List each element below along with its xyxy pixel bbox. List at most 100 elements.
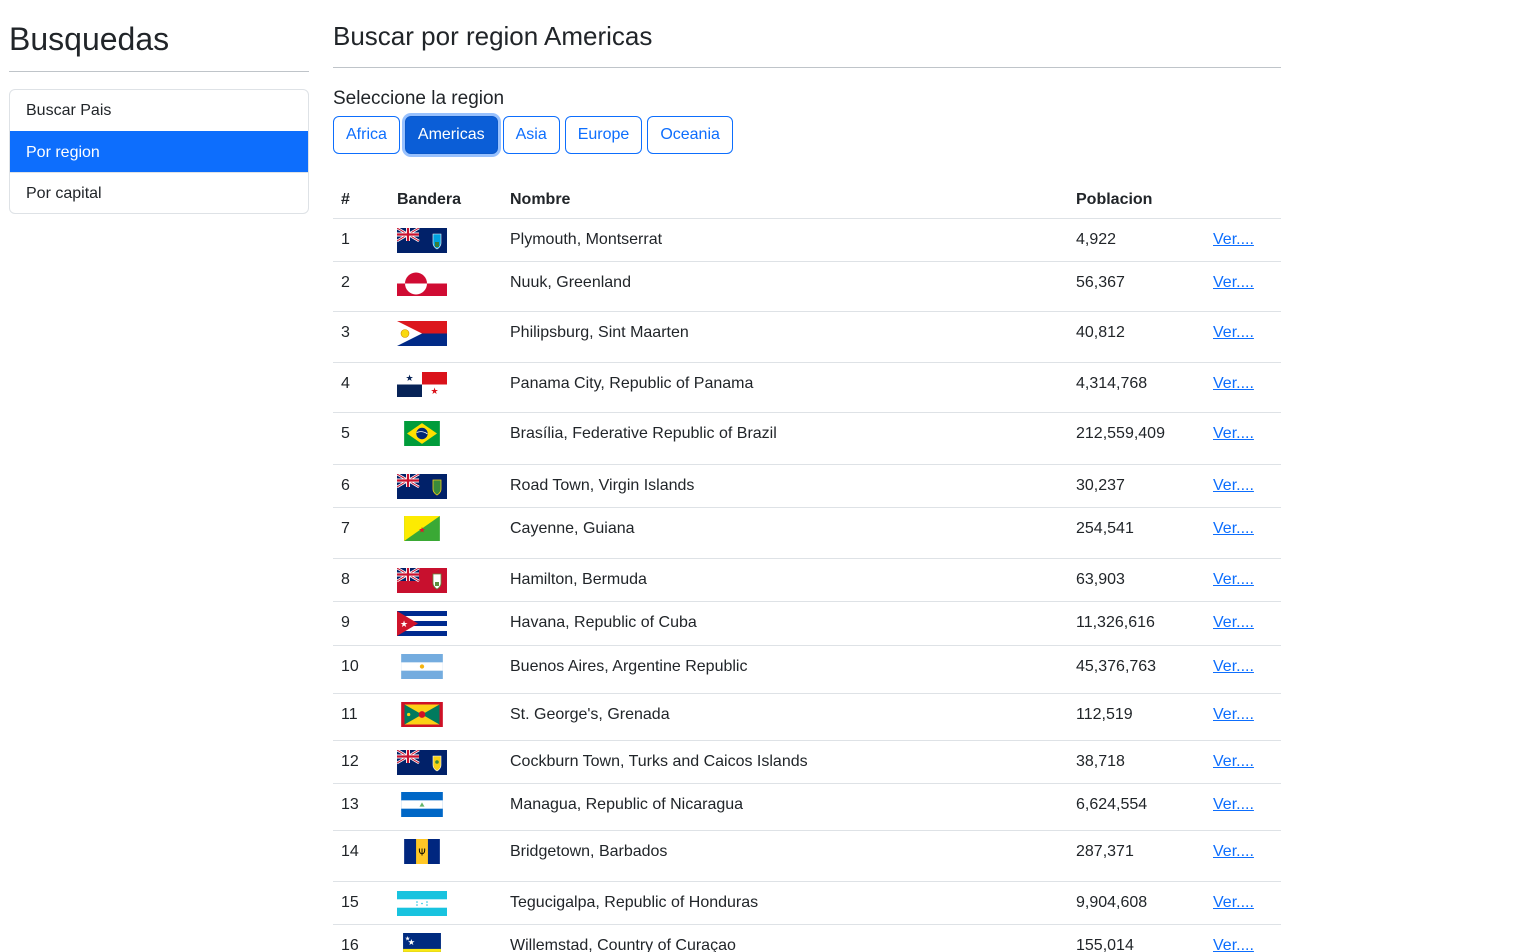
table-row: 6 Road Town, Virgin Islands 30,237 Ver.... (333, 464, 1281, 508)
view-details-link[interactable]: Ver.... (1213, 520, 1254, 537)
actions-cell: Ver.... (1213, 412, 1281, 465)
actions-cell: Ver.... (1213, 601, 1281, 646)
row-number: 12 (333, 740, 389, 784)
table-row: 12 Cockburn Town, Turks and Caicos Island… (333, 740, 1281, 784)
row-number: 1 (333, 218, 389, 262)
svg-text:★: ★ (405, 373, 413, 383)
population: 287,371 (1068, 830, 1213, 882)
population: 30,237 (1068, 464, 1213, 508)
svg-text:★: ★ (400, 619, 408, 629)
table-row: 15 Tegucigalpa, Republic of Honduras 9,904… (333, 881, 1281, 925)
flag-cell (389, 740, 502, 784)
region-button-africa[interactable]: Africa (333, 116, 400, 154)
view-details-link[interactable]: Ver.... (1213, 894, 1254, 911)
country-name: Road Town, Virgin Islands (502, 464, 1068, 508)
population: 45,376,763 (1068, 645, 1213, 694)
header-flag: Bandera (389, 182, 502, 219)
row-number: 5 (333, 412, 389, 465)
view-details-link[interactable]: Ver.... (1213, 843, 1254, 860)
region-button-europe[interactable]: Europe (564, 116, 643, 154)
population: 254,541 (1068, 507, 1213, 559)
header-actions (1213, 182, 1281, 219)
table-row: 5 Brasília, Federative Republic of Brazil… (333, 412, 1281, 465)
view-details-link[interactable]: Ver.... (1213, 571, 1254, 588)
table-row: 8 Hamilton, Bermuda 63,903 Ver.... (333, 558, 1281, 602)
actions-cell: Ver.... (1213, 830, 1281, 882)
greenland-flag (397, 270, 447, 296)
row-number: 2 (333, 261, 389, 312)
view-details-link[interactable]: Ver.... (1213, 477, 1254, 494)
view-details-link[interactable]: Ver.... (1213, 425, 1254, 442)
table-row: 14 Ψ Bridgetown, Barbados 287,371 Ver.... (333, 830, 1281, 882)
header-name: Nombre (502, 182, 1068, 219)
country-name: Hamilton, Bermuda (502, 558, 1068, 602)
table-row: 1 Plymouth, Montserrat 4,922 Ver.... (333, 218, 1281, 262)
region-buttons: Africa Americas Asia Europe Oceania (333, 116, 1281, 154)
country-name: Tegucigalpa, Republic of Honduras (502, 881, 1068, 925)
row-number: 4 (333, 362, 389, 413)
country-name: Cayenne, Guiana (502, 507, 1068, 559)
flag-cell (389, 412, 502, 465)
actions-cell: Ver.... (1213, 645, 1281, 694)
row-number: 11 (333, 693, 389, 741)
row-number: 16 (333, 924, 389, 952)
menu-item-por-region[interactable]: Por region (10, 131, 308, 172)
actions-cell: Ver.... (1213, 261, 1281, 312)
country-name: Buenos Aires, Argentine Republic (502, 645, 1068, 694)
flag-cell: ★ ★ (389, 924, 502, 952)
population: 63,903 (1068, 558, 1213, 602)
view-details-link[interactable]: Ver.... (1213, 614, 1254, 631)
view-details-link[interactable]: Ver.... (1213, 706, 1254, 723)
actions-cell: Ver.... (1213, 783, 1281, 831)
menu-item-por-capital[interactable]: Por capital (10, 172, 308, 213)
sidebar: Busquedas Buscar Pais Por region Por cap… (9, 0, 309, 214)
menu-item-buscar-pais[interactable]: Buscar Pais (10, 90, 308, 131)
actions-cell: Ver.... (1213, 218, 1281, 262)
actions-cell: Ver.... (1213, 740, 1281, 784)
page-title: Buscar por region Americas (333, 0, 1281, 68)
virgin-islands-flag (397, 473, 447, 499)
table-row: 9 ★ Havana, Republic of Cuba 11,326,616 Ver.… (333, 601, 1281, 646)
flag-cell: ★ (389, 601, 502, 646)
view-details-link[interactable]: Ver.... (1213, 274, 1254, 291)
view-details-link[interactable]: Ver.... (1213, 324, 1254, 341)
country-name: St. George's, Grenada (502, 693, 1068, 741)
curacao-flag: ★★ (403, 932, 441, 952)
montserrat-flag (397, 227, 447, 253)
view-details-link[interactable]: Ver.... (1213, 753, 1254, 770)
row-number: 3 (333, 311, 389, 363)
header-num: # (333, 182, 389, 219)
panama-flag: ★★ (397, 371, 447, 397)
table-row: 10 Buenos Aires, Argentine Republic 45,376… (333, 645, 1281, 694)
region-button-americas[interactable]: Americas (404, 116, 498, 154)
actions-cell: Ver.... (1213, 558, 1281, 602)
actions-cell: Ver.... (1213, 464, 1281, 508)
view-details-link[interactable]: Ver.... (1213, 658, 1254, 675)
flag-cell (389, 311, 502, 363)
flag-cell (389, 261, 502, 312)
actions-cell: Ver.... (1213, 362, 1281, 413)
barbados-flag: Ψ (404, 838, 440, 864)
region-button-asia[interactable]: Asia (502, 116, 560, 154)
population: 4,314,768 (1068, 362, 1213, 413)
country-name: Brasília, Federative Republic of Brazil (502, 412, 1068, 465)
view-details-link[interactable]: Ver.... (1213, 231, 1254, 248)
table-row: 11 St. George's, Grenada 112,519 Ver.... (333, 693, 1281, 741)
table-row: 13 Managua, Republic of Nicaragua 6,624,55… (333, 783, 1281, 831)
sint-maarten-flag (397, 320, 447, 346)
flag-cell (389, 645, 502, 694)
country-name: Philipsburg, Sint Maarten (502, 311, 1068, 363)
french-guiana-flag: ★ (404, 515, 440, 541)
flag-cell (389, 783, 502, 831)
population: 11,326,616 (1068, 601, 1213, 646)
view-details-link[interactable]: Ver.... (1213, 796, 1254, 813)
row-number: 13 (333, 783, 389, 831)
view-details-link[interactable]: Ver.... (1213, 937, 1254, 952)
row-number: 6 (333, 464, 389, 508)
actions-cell: Ver.... (1213, 881, 1281, 925)
grenada-flag (401, 701, 443, 727)
region-button-oceania[interactable]: Oceania (647, 116, 733, 154)
flag-cell (389, 464, 502, 508)
table-row: 7 ★ Cayenne, Guiana 254,541 Ver.... (333, 507, 1281, 559)
view-details-link[interactable]: Ver.... (1213, 375, 1254, 392)
